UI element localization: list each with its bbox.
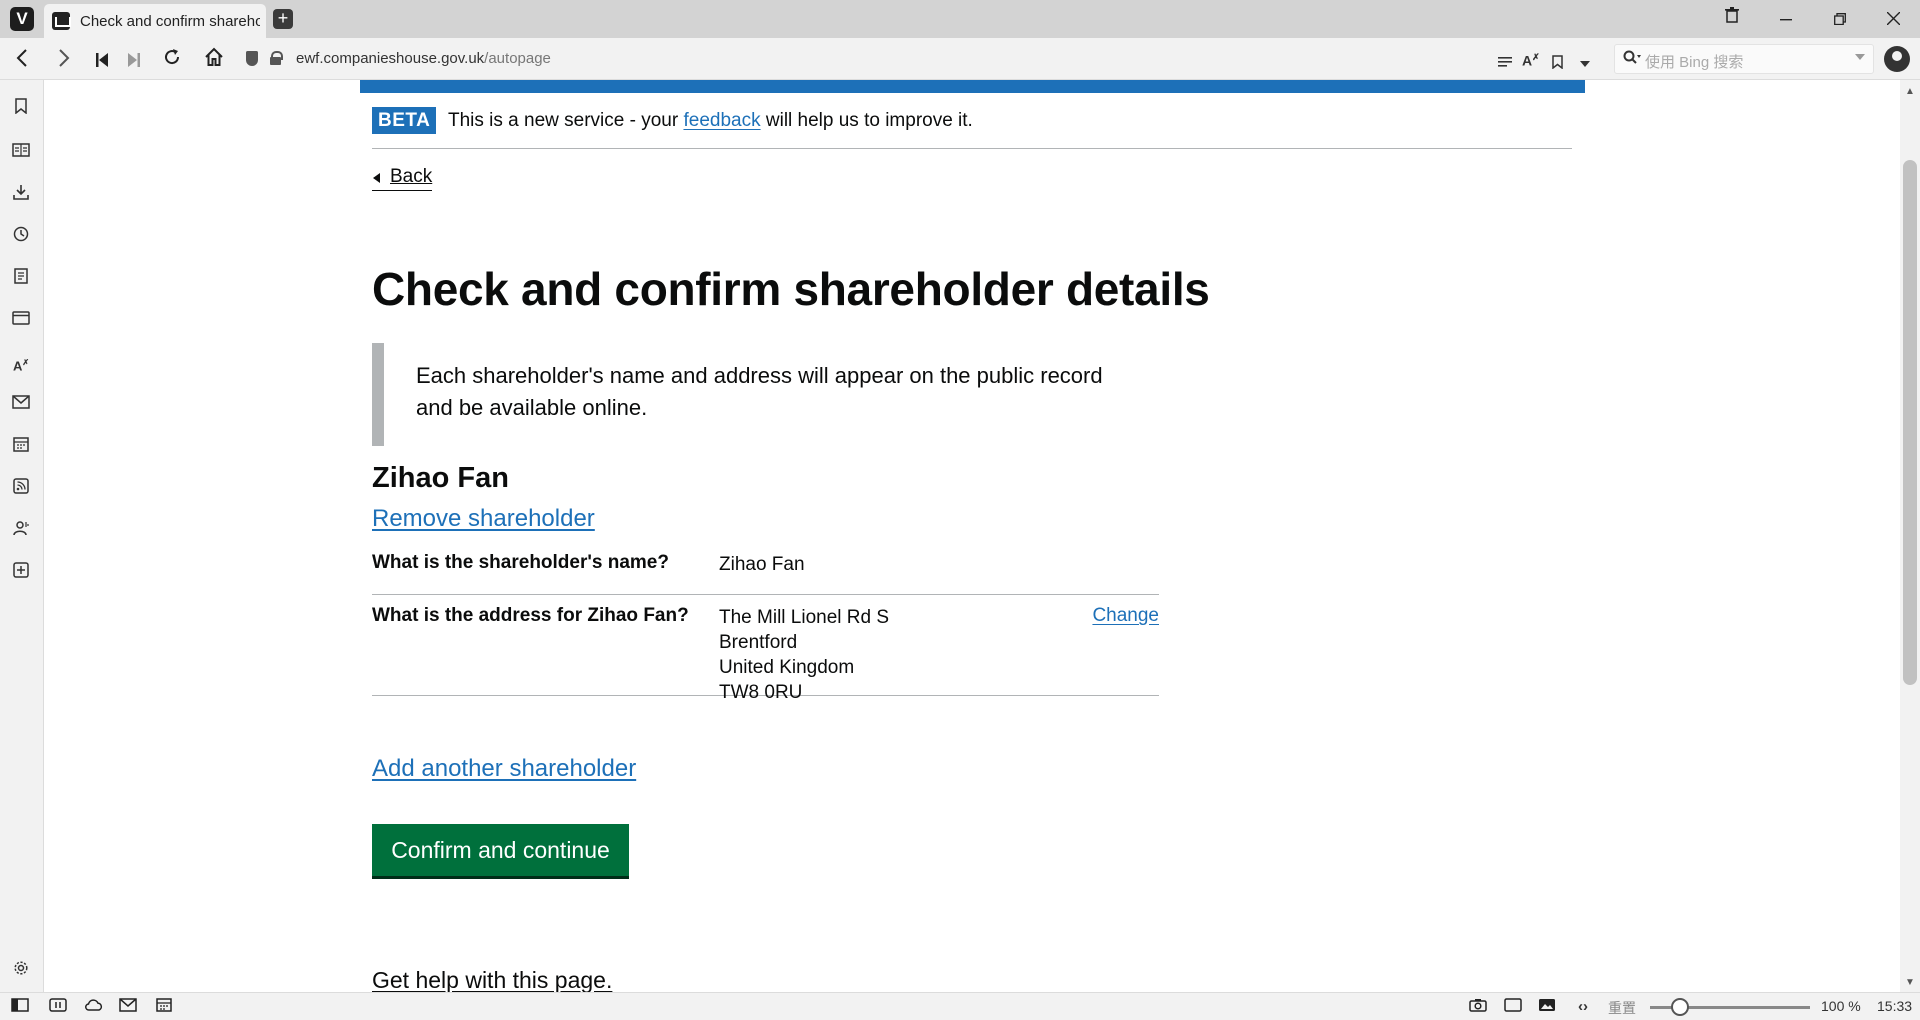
restore-button[interactable] [1813, 0, 1867, 38]
address-value: The Mill Lionel Rd S Brentford United Ki… [719, 605, 889, 705]
summary-value: Zihao Fan [719, 554, 805, 575]
settings-gear-icon[interactable] [10, 960, 32, 982]
close-window-button[interactable] [1866, 0, 1920, 38]
address-line: The Mill Lionel Rd S [719, 607, 890, 628]
calendar-status-icon[interactable] [154, 998, 174, 1016]
shareholder-name-heading: Zihao Fan [372, 462, 509, 494]
translate-panel-icon[interactable]: A✗ [10, 352, 32, 374]
search-icon [1623, 50, 1641, 68]
summary-key: What is the address for Zihao Fan? [372, 605, 689, 626]
trash-icon[interactable] [1705, 0, 1759, 38]
feedback-link[interactable]: feedback [683, 110, 760, 131]
inset-paragraph: Each shareholder's name and address will… [416, 363, 1103, 420]
address-line: United Kingdom [719, 657, 855, 678]
page-tiling-icon[interactable] [1503, 998, 1523, 1016]
panel-toggle-icon[interactable] [10, 998, 30, 1016]
minimize-button[interactable] [1759, 0, 1813, 38]
code-toggle-icon[interactable]: ‹› [1573, 998, 1593, 1016]
page-title: Check and confirm shareholder details [372, 263, 1210, 315]
phase-banner: BETA This is a new service - your feedba… [372, 107, 1572, 149]
add-web-panel-icon[interactable] [10, 562, 32, 584]
zoom-reset-label[interactable]: 重置 [1608, 998, 1636, 1018]
rewind-icon[interactable] [88, 46, 116, 74]
notes-icon[interactable] [10, 268, 32, 290]
zoom-value: 100 % [1821, 998, 1861, 1014]
remove-shareholder-link[interactable]: Remove shareholder [372, 505, 595, 533]
back-nav-icon[interactable] [8, 46, 36, 74]
window-panel-icon[interactable] [10, 310, 32, 332]
beta-tag: BETA [372, 107, 437, 134]
get-help-link[interactable]: Get help with this page. [372, 967, 612, 994]
summary-key: What is the shareholder's name? [372, 552, 669, 573]
confirm-and-continue-button[interactable]: Confirm and continue [372, 824, 629, 876]
tab-tiling-icon[interactable] [48, 998, 68, 1016]
url-field[interactable]: ewf.companieshouse.gov.uk/autopage A✗ [236, 43, 1606, 75]
change-address-link[interactable]: Change [1092, 605, 1159, 627]
clock: 15:33 [1877, 998, 1913, 1014]
scroll-down-icon[interactable]: ▼ [1905, 977, 1915, 988]
chevron-down-icon[interactable] [1580, 55, 1590, 72]
companies-house-favicon-icon [52, 12, 71, 30]
add-another-shareholder-link[interactable]: Add another shareholder [372, 755, 636, 783]
search-engine-dropdown-icon[interactable] [1855, 50, 1865, 64]
lock-icon[interactable] [270, 51, 283, 65]
capture-camera-icon[interactable] [1468, 998, 1488, 1016]
banner-text: This is a new service - your feedback wi… [448, 110, 973, 131]
address-bar: ewf.companieshouse.gov.uk/autopage A✗ 使用… [0, 38, 1920, 80]
reader-view-icon[interactable] [1498, 55, 1512, 72]
inset-text: Each shareholder's name and address will… [372, 343, 1162, 446]
zoom-slider-thumb[interactable] [1671, 998, 1689, 1016]
history-icon[interactable] [10, 226, 32, 248]
shield-icon[interactable] [246, 51, 258, 66]
reading-list-icon[interactable] [10, 142, 32, 164]
bookmarks-panel-icon[interactable] [10, 98, 32, 120]
page-scrollbar[interactable]: ▲ ▼ [1900, 80, 1920, 992]
summary-list: What is the shareholder's name? Zihao Fa… [372, 545, 1159, 703]
tab-bar: V Check and confirm shareholder details … [0, 0, 1920, 38]
tab-title: Check and confirm shareholder details [80, 12, 260, 30]
profile-avatar-icon[interactable] [1884, 46, 1910, 72]
vivaldi-menu-icon[interactable]: V [10, 7, 34, 31]
calendar-icon[interactable] [10, 436, 32, 458]
search-placeholder: 使用 Bing 搜索 [1645, 54, 1744, 71]
new-tab-button[interactable]: + [273, 9, 293, 29]
contacts-icon[interactable] [10, 520, 32, 542]
home-icon[interactable] [200, 46, 228, 74]
address-line: Brentford [719, 632, 798, 653]
header-blue-bar [360, 80, 1585, 93]
feeds-icon[interactable] [10, 478, 32, 500]
back-link[interactable]: Back [372, 166, 433, 191]
summary-row-address: What is the address for Zihao Fan? The M… [372, 595, 1159, 703]
forward-nav-icon[interactable] [50, 46, 78, 74]
address-line: TW8 0RU [719, 682, 803, 703]
scrollbar-thumb[interactable] [1903, 160, 1917, 685]
search-field[interactable]: 使用 Bing 搜索 [1614, 44, 1874, 74]
side-panel: A✗ [0, 80, 44, 992]
translate-icon[interactable]: A✗ [1522, 52, 1540, 69]
sync-cloud-icon[interactable] [84, 998, 104, 1016]
mail-status-icon[interactable] [118, 998, 138, 1016]
url-text: ewf.companieshouse.gov.uk/autopage [296, 50, 551, 67]
reload-icon[interactable] [158, 46, 186, 74]
downloads-icon[interactable] [10, 184, 32, 206]
fast-forward-icon[interactable] [120, 46, 148, 74]
image-toggle-icon[interactable] [1537, 998, 1557, 1016]
tab-active[interactable]: Check and confirm shareholder details [44, 4, 266, 38]
status-bar: ‹› 重置 100 % 15:33 [0, 992, 1920, 1020]
scroll-up-icon[interactable]: ▲ [1905, 86, 1915, 97]
bookmark-icon[interactable] [1552, 55, 1563, 73]
summary-row-name: What is the shareholder's name? Zihao Fa… [372, 552, 1159, 595]
mail-icon[interactable] [10, 394, 32, 416]
